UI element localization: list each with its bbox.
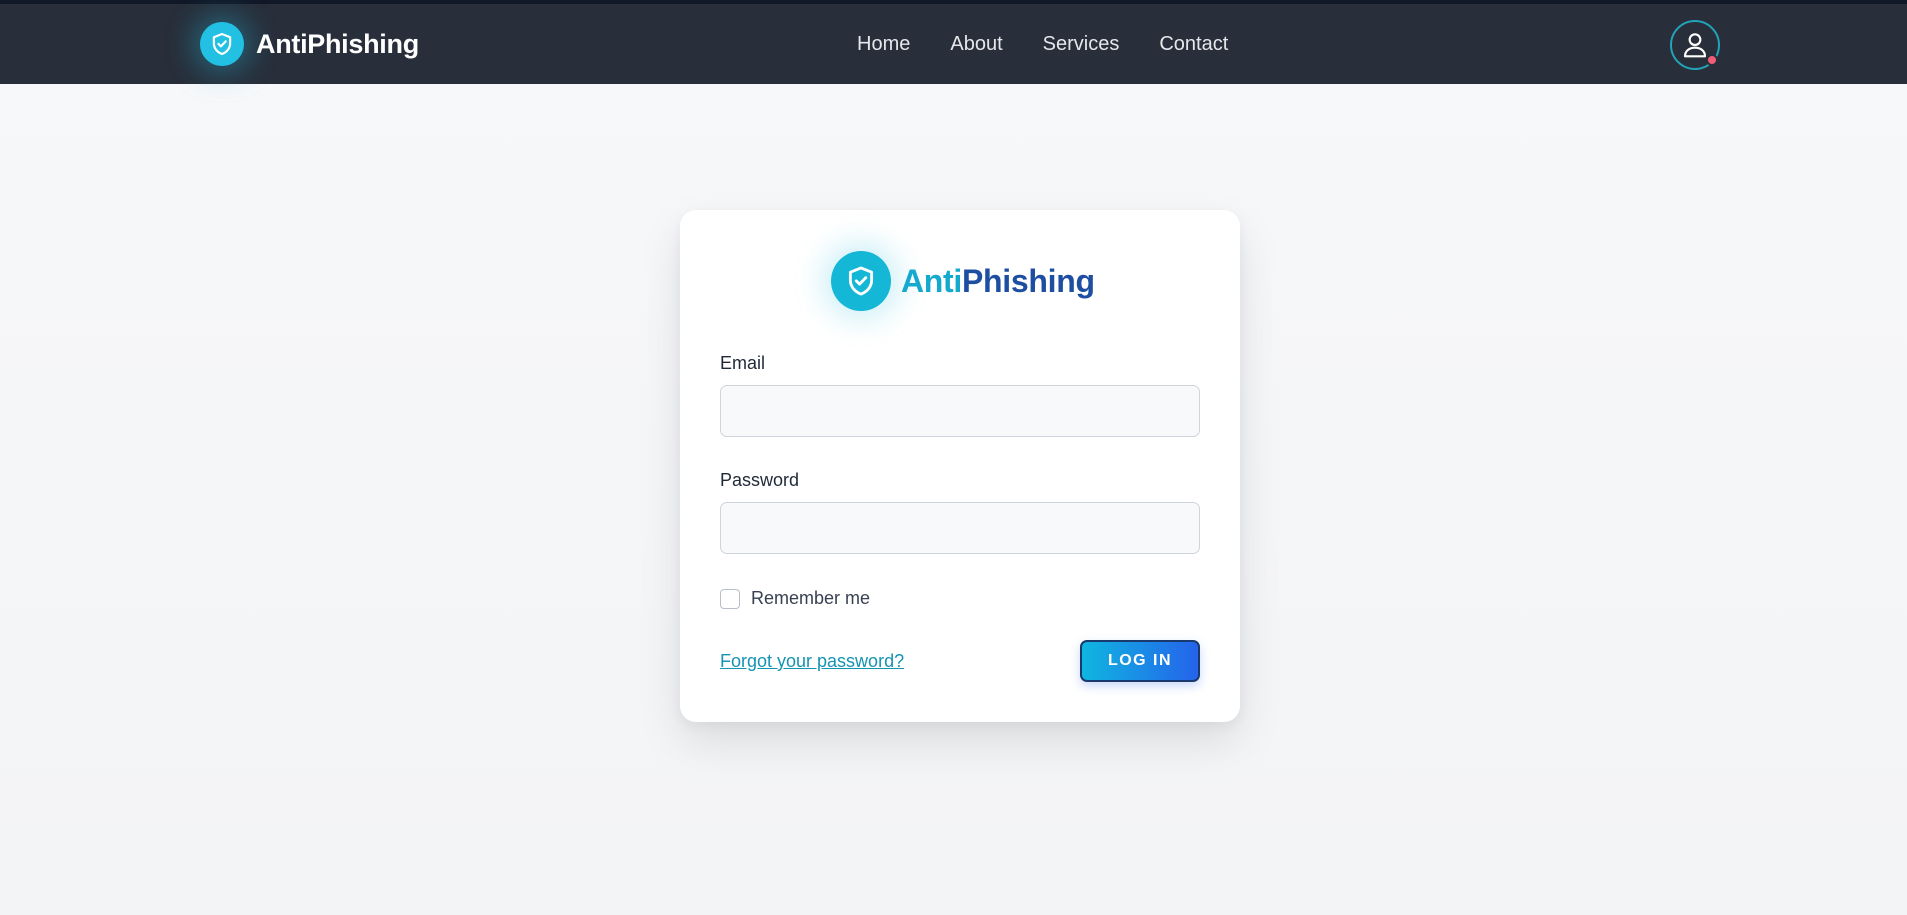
remember-me-checkbox[interactable] — [720, 588, 740, 609]
brand-link[interactable]: AntiPhishing — [200, 22, 419, 66]
forgot-password-link[interactable]: Forgot your password? — [720, 651, 904, 672]
page: AntiPhishing Home About Services Contact — [0, 0, 1907, 915]
email-label: Email — [720, 353, 766, 373]
notification-dot — [1706, 54, 1718, 66]
login-brand-name: AntiPhishing — [901, 263, 1095, 300]
nav-link-home[interactable]: Home — [857, 33, 910, 56]
main-nav: Home About Services Contact — [857, 4, 1228, 84]
brand-name: AntiPhishing — [256, 28, 419, 59]
login-brand-name-part1: Anti — [901, 262, 963, 299]
nav-link-contact[interactable]: Contact — [1159, 33, 1228, 56]
nav-link-services[interactable]: Services — [1043, 33, 1120, 56]
remember-me: Remember me — [720, 588, 870, 609]
password-label: Password — [720, 470, 800, 490]
password-field[interactable] — [720, 502, 1200, 554]
login-brand-name-part2: Phishing — [962, 262, 1095, 299]
navbar: AntiPhishing Home About Services Contact — [0, 4, 1907, 84]
login-button[interactable]: LOG IN — [1080, 640, 1200, 682]
remember-me-label: Remember me — [751, 588, 871, 608]
login-brand: AntiPhishing — [831, 251, 1095, 311]
login-card: AntiPhishing Email Password Remember me … — [680, 210, 1240, 722]
shield-check-icon — [200, 22, 244, 66]
nav-link-about[interactable]: About — [950, 33, 1002, 56]
account-button[interactable] — [1670, 20, 1720, 70]
shield-check-icon — [831, 251, 891, 311]
email-field[interactable] — [720, 385, 1200, 437]
